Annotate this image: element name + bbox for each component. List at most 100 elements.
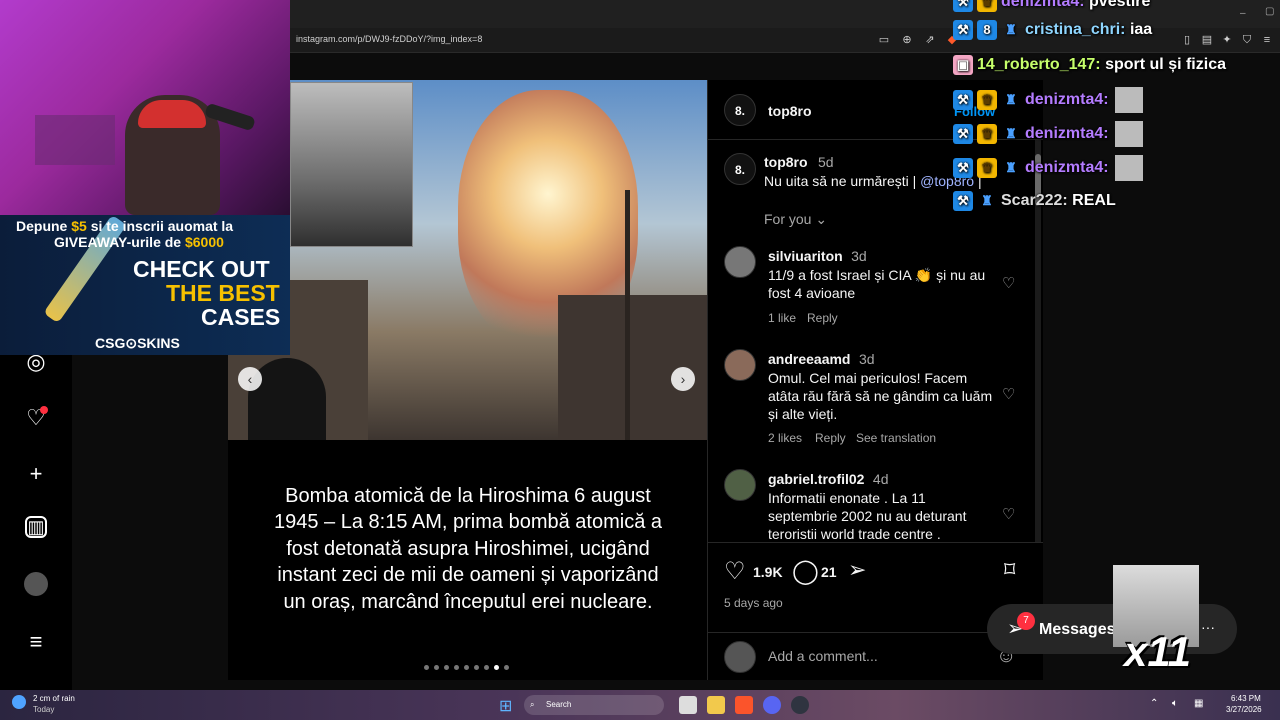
- comment-username[interactable]: gabriel.trofil02: [768, 471, 864, 487]
- comment-reply-button[interactable]: Reply: [807, 311, 838, 325]
- weather-text[interactable]: 2 cm of rain: [33, 694, 75, 703]
- hammer-badge-icon: ⚒: [953, 191, 973, 211]
- comment-bubble-icon[interactable]: ◯: [792, 557, 819, 586]
- like-heart-icon[interactable]: ♡: [724, 557, 746, 586]
- comment-avatar[interactable]: [724, 246, 756, 278]
- chat-message: ⚒ 8 ♜ cristina_chri: iaa: [953, 20, 1152, 40]
- carousel-dot[interactable]: [504, 665, 509, 670]
- add-comment-input[interactable]: Add a comment...: [768, 648, 878, 664]
- carousel-dot[interactable]: [454, 665, 459, 670]
- network-icon[interactable]: ▦: [1194, 698, 1203, 709]
- ad-the-best: THE BEST: [166, 280, 280, 306]
- cast-icon[interactable]: ▭: [877, 33, 891, 47]
- window-minimize-icon[interactable]: –: [1240, 8, 1246, 19]
- chat-username: denizmta4:: [1025, 91, 1109, 109]
- vpn-shield-icon[interactable]: ⛉: [1240, 33, 1254, 47]
- carousel-dot[interactable]: [484, 665, 489, 670]
- comment-like-heart-icon[interactable]: ♡: [1002, 385, 1015, 403]
- comment-username[interactable]: andreeaamd: [768, 351, 850, 367]
- csgoskins-logo: CSG⊙SKINS: [95, 335, 180, 351]
- save-bookmark-icon[interactable]: ⌑: [1004, 557, 1015, 583]
- profile-avatar[interactable]: [24, 572, 48, 596]
- create-plus-icon[interactable]: +: [22, 460, 50, 488]
- windows-taskbar: 2 cm of rain Today ⊞ ⌕ Search ⌃ 🔈︎ ▦ 6:4…: [0, 690, 1280, 720]
- caption-username[interactable]: top8ro: [764, 154, 808, 170]
- comment-avatar[interactable]: [724, 469, 756, 501]
- sub-badge-icon: 8: [977, 20, 997, 40]
- clock-date[interactable]: 3/27/2026: [1226, 705, 1262, 714]
- window-maximize-icon[interactable]: ▢: [1265, 6, 1274, 17]
- hammer-badge-icon: ⚒: [953, 124, 973, 144]
- file-explorer-icon[interactable]: [707, 696, 725, 714]
- carousel-dot[interactable]: [474, 665, 479, 670]
- carousel-dot[interactable]: [444, 665, 449, 670]
- ai-sparkle-icon[interactable]: ✦: [1220, 33, 1234, 47]
- notifications-heart-icon[interactable]: ♡: [22, 404, 50, 432]
- messages-pill[interactable]: ➢ 7 Messages ···: [987, 604, 1237, 654]
- for-you-filter[interactable]: For you ⌄: [764, 211, 827, 228]
- sidebar-icon[interactable]: ▯: [1180, 33, 1194, 47]
- messages-unread-badge: 7: [1017, 612, 1035, 630]
- zoom-icon[interactable]: ⊕: [900, 33, 914, 47]
- comment-item: gabriel.trofil02 4d Informatii enonate .…: [708, 469, 1028, 542]
- carousel-prev-button[interactable]: ‹: [238, 367, 262, 391]
- carousel-dot[interactable]: [424, 665, 429, 670]
- more-options-icon[interactable]: ···: [1201, 619, 1215, 635]
- caption-avatar[interactable]: 8.: [724, 153, 756, 185]
- chat-emote: [1114, 87, 1143, 113]
- tray-chevron-icon[interactable]: ⌃: [1150, 698, 1158, 709]
- messages-label[interactable]: Messages: [1039, 621, 1116, 639]
- post-image: [228, 80, 707, 440]
- caption-header: top8ro 5d: [764, 154, 834, 172]
- brave-browser-icon[interactable]: [735, 696, 753, 714]
- ad-headline-line2: GIVEAWAY-urile de $6000: [54, 234, 224, 250]
- hammer-badge-icon: ⚒: [953, 0, 973, 12]
- browser-menu-icon[interactable]: ≡: [1260, 33, 1274, 47]
- post-date: 5 days ago: [724, 596, 783, 610]
- discord-icon[interactable]: [763, 696, 781, 714]
- taskbar-search[interactable]: ⌕ Search: [524, 695, 664, 715]
- chat-username: denizmta4:: [1001, 0, 1085, 11]
- url-text[interactable]: instagram.com/p/DWJ9-fzDDoY/?img_index=8: [296, 34, 482, 44]
- robot-badge-icon: ♜: [981, 193, 993, 208]
- search-placeholder[interactable]: Search: [546, 700, 571, 709]
- obs-icon[interactable]: [791, 696, 809, 714]
- chat-message: ▣ 14_roberto_147: sport ul și fizica: [953, 55, 1226, 75]
- like-count[interactable]: 1.9K: [753, 564, 783, 580]
- comment-avatar[interactable]: [724, 349, 756, 381]
- comment-reply-button[interactable]: Reply: [815, 431, 846, 445]
- comment-username[interactable]: silviuariton: [768, 248, 843, 264]
- comment-time: 3d: [858, 351, 875, 367]
- chat-username: Scar222:: [1001, 192, 1068, 210]
- carousel-dot-active[interactable]: [494, 665, 499, 670]
- volume-icon[interactable]: 🔈︎: [1172, 698, 1178, 709]
- comment-like-heart-icon[interactable]: ♡: [1002, 505, 1015, 523]
- comment-likes[interactable]: 2 likes: [768, 431, 802, 445]
- clock-time[interactable]: 6:43 PM: [1231, 694, 1261, 703]
- dashboard-icon[interactable]: ▥: [25, 516, 47, 538]
- utility-pole: [625, 190, 630, 440]
- share-icon[interactable]: ⇗: [923, 33, 937, 47]
- wallet-icon[interactable]: ▤: [1200, 33, 1214, 47]
- more-menu-icon[interactable]: ≡: [22, 628, 50, 656]
- for-you-label[interactable]: For you: [764, 211, 811, 227]
- see-translation-link[interactable]: See translation: [856, 431, 936, 445]
- carousel-dot[interactable]: [434, 665, 439, 670]
- chat-text: pvestire: [1089, 0, 1151, 11]
- chat-text: REAL: [1072, 192, 1116, 210]
- start-windows-icon[interactable]: ⊞: [499, 696, 512, 716]
- task-view-icon[interactable]: [679, 696, 697, 714]
- author-username[interactable]: top8ro: [768, 103, 812, 119]
- robot-badge-icon: ♜: [1005, 160, 1017, 175]
- caption-time: 5d: [818, 154, 834, 170]
- streamer-webcam-overlay: [0, 0, 290, 215]
- csgoskins-ad-banner: Depune $5 si te inscrii auomat la GIVEAW…: [0, 215, 290, 355]
- weather-icon[interactable]: [12, 695, 26, 709]
- comment-count[interactable]: 21: [821, 564, 837, 580]
- comment-likes[interactable]: 1 like: [768, 311, 796, 325]
- carousel-dot[interactable]: [464, 665, 469, 670]
- comment-like-heart-icon[interactable]: ♡: [1002, 274, 1015, 292]
- carousel-next-button[interactable]: ›: [671, 367, 695, 391]
- share-paperplane-icon[interactable]: ➢: [848, 557, 866, 583]
- author-avatar[interactable]: 8.: [724, 94, 756, 126]
